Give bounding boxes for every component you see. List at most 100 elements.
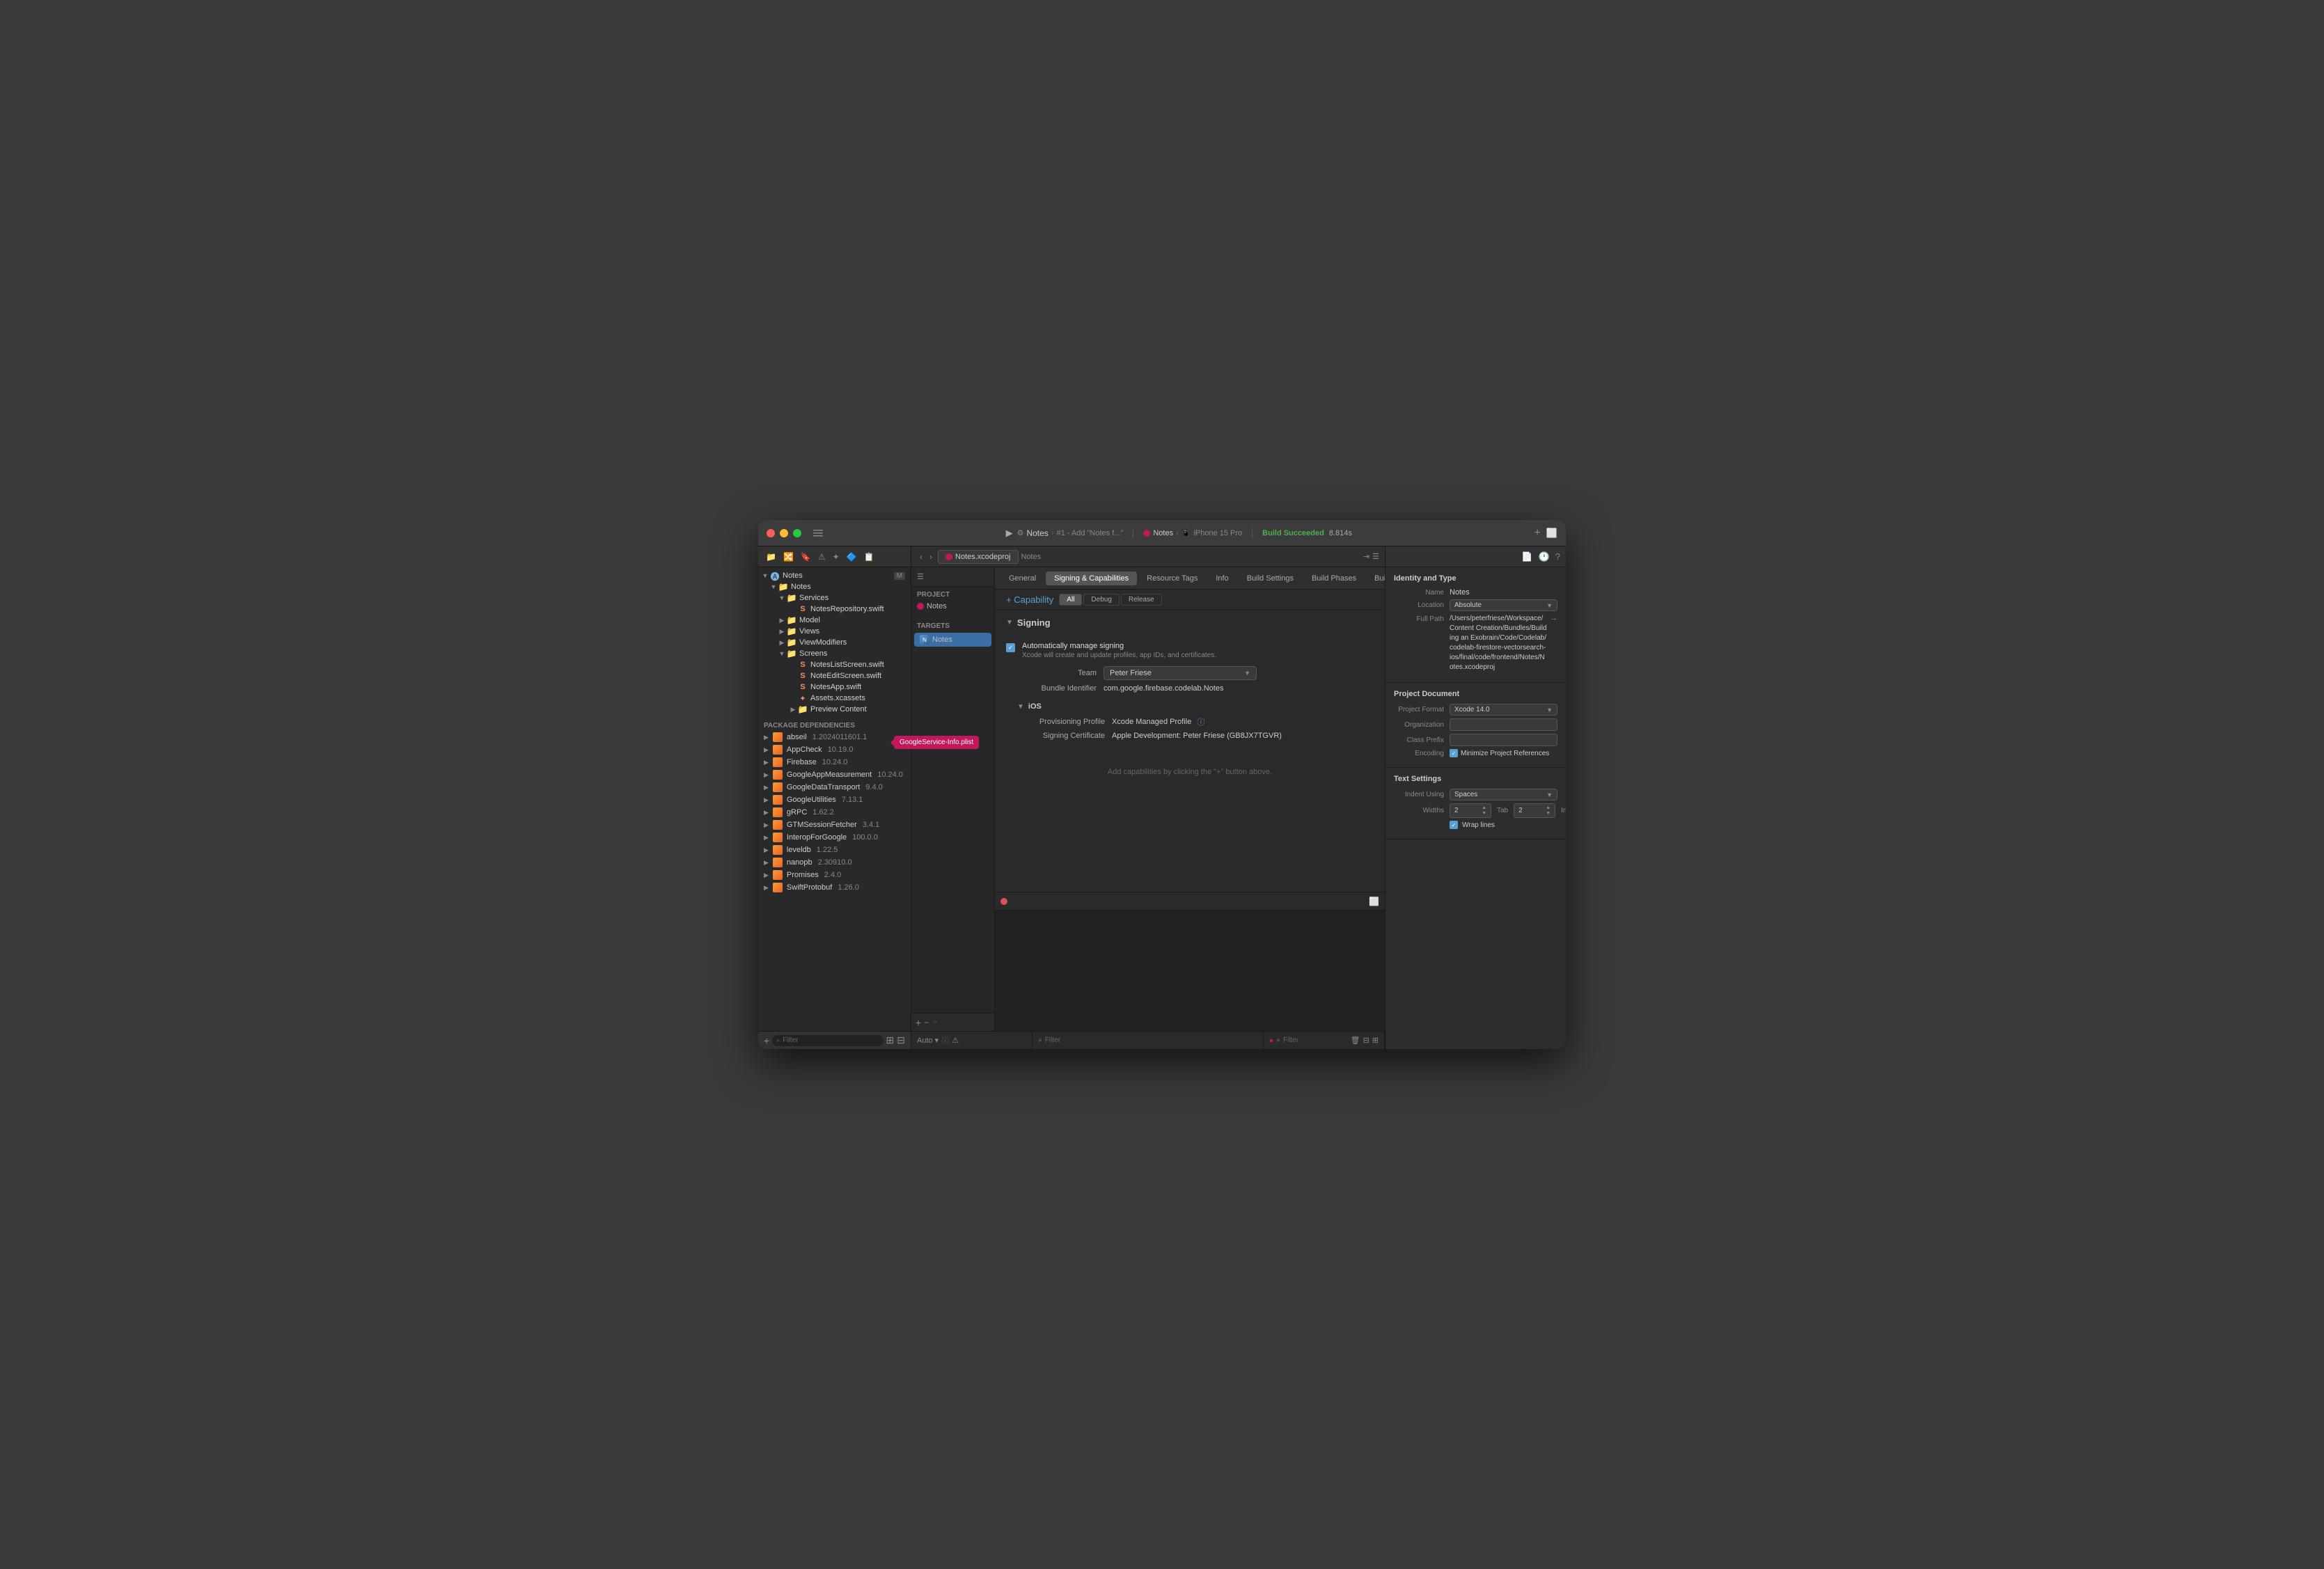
team-select[interactable]: Peter Friese ▼ [1104,666,1374,680]
split-left-icon[interactable]: ⇥ [1363,552,1369,561]
path-arrow-icon[interactable]: → [1550,614,1557,622]
pkg-item-googleappmeasurement[interactable]: ▶ GoogleAppMeasurement 10.24.0 [758,768,911,781]
filter-bar-settings-icon[interactable]: ⚠ [952,1036,959,1045]
tree-item-notesapp[interactable]: S NotesApp.swift [758,681,911,693]
signing-header[interactable]: ▼ Signing [995,610,1385,635]
tree-item-noteedit[interactable]: S NoteEditScreen.swift [758,670,911,681]
bookmark-icon[interactable]: 🔖 [799,551,813,563]
back-arrow[interactable]: ‹ [917,551,925,563]
titlebar-breadcrumb: ⚙ Notes › #1 - Add "Notes f..." [1017,528,1124,538]
add-item-button[interactable]: + [764,1035,769,1046]
pkg-item-gtmsession[interactable]: ▶ GTMSessionFetcher 3.4.1 [758,819,911,831]
git-icon[interactable]: 🔀 [781,551,796,563]
pkg-item-swiftprotobuf[interactable]: ▶ SwiftProtobuf 1.26.0 [758,881,911,894]
tree-label: ViewModifiers [799,638,847,647]
tab-width-spinner[interactable]: ▲ ▼ [1482,805,1486,816]
pkg-expand-icon: ▶ [764,796,769,804]
tree-item-notesrepo[interactable]: S NotesRepository.swift [758,604,911,615]
cap-tab-all[interactable]: All [1059,594,1082,606]
fullscreen-button[interactable] [793,529,801,537]
tree-item-model[interactable]: ▶ 📁 Model [758,615,911,626]
pkg-item-grpc[interactable]: ▶ gRPC 1.62.2 [758,806,911,819]
add-button[interactable]: + [1534,527,1540,539]
file-tab-xcodeproj[interactable]: Notes.xcodeproj [938,550,1019,564]
encoding-checkbox[interactable]: ✓ [1450,749,1458,757]
org-input[interactable] [1450,718,1557,731]
pkg-item-appcheck[interactable]: ▶ AppCheck 10.19.0 [758,743,911,756]
location-select[interactable]: Absolute ▼ [1450,599,1557,611]
pkg-item-firebase[interactable]: ▶ Firebase 10.24.0 [758,756,911,768]
filter-split-icon2[interactable]: ⊞ [1372,1036,1379,1045]
select-arrow-icon: ▼ [1244,670,1250,677]
filter-delete-icon[interactable]: 🗑 [1351,1036,1360,1045]
pkg-item-googleutilities[interactable]: ▶ GoogleUtilities 7.13.1 [758,794,911,806]
sidebar-toggle-icon[interactable] [812,528,824,539]
remove-target-button[interactable]: − [924,1018,929,1027]
class-prefix-input[interactable] [1450,734,1557,746]
split-right-icon[interactable]: ☰ [1372,552,1379,561]
tree-item-preview[interactable]: ▶ 📁 Preview Content [758,704,911,715]
proj-format-select[interactable]: Xcode 14.0 ▼ [1450,704,1557,716]
expand-bottom-icon[interactable]: ⬜ [1369,897,1379,906]
debug-icon[interactable]: 🔷 [845,551,859,563]
forward-arrow[interactable]: › [927,551,935,563]
nav-toggle-icon[interactable]: ☰ [917,572,924,581]
warning-icon[interactable]: ⚠ [816,551,828,563]
tab-resource-tags[interactable]: Resource Tags [1138,571,1206,585]
add-target-button[interactable]: + [916,1017,921,1028]
tree-item-noteslist[interactable]: S NotesListScreen.swift [758,659,911,670]
test-icon[interactable]: ✦ [831,551,842,563]
tree-item-notes-root[interactable]: ▼ 🅐 Notes M [758,570,911,581]
prov-label: Provisioning Profile [1014,718,1112,726]
auto-signing-checkbox[interactable]: ✓ [1006,643,1015,652]
minimize-button[interactable] [780,529,788,537]
inspector-history-icon[interactable]: 🕐 [1539,551,1550,562]
tab-width-field[interactable]: 2 ▲ ▼ [1450,803,1491,818]
history-icon[interactable]: 📋 [862,551,877,563]
auto-signing-row: ✓ Automatically manage signing Xcode wil… [1006,642,1374,659]
filter-input[interactable]: ⌕ Filter [772,1035,883,1046]
filter-targets-icon[interactable]: ⌕ [933,1018,937,1026]
inspector-file-icon[interactable]: 📄 [1521,551,1532,562]
settings-filter-icon[interactable]: ⊞ [886,1034,895,1046]
tab-general[interactable]: General [1000,571,1044,585]
pkg-item-abseil[interactable]: ▶ abseil 1.2024011601.1 [758,731,911,743]
folder-icon[interactable]: 📁 [764,551,778,563]
filter-bar-placeholder[interactable]: Filter [1045,1036,1257,1044]
info-icon[interactable]: ⓘ [1197,716,1204,727]
pkg-item-leveldb[interactable]: ▶ leveldb 1.22.5 [758,844,911,856]
indent-width-spinner[interactable]: ▲ ▼ [1546,805,1550,816]
add-capability-button[interactable]: + Capability [1006,594,1053,605]
tree-item-views[interactable]: ▶ 📁 Views [758,626,911,637]
tree-item-screens[interactable]: ▼ 📁 Screens [758,648,911,659]
filter-bar-placeholder2[interactable]: Filter [1283,1036,1348,1044]
proj-format-row: Project Format Xcode 14.0 ▼ [1394,704,1557,716]
group-icon[interactable]: ⊟ [897,1034,905,1046]
indent-using-select[interactable]: Spaces ▼ [1450,789,1557,801]
pkg-item-promises[interactable]: ▶ Promises 2.4.0 [758,869,911,881]
inspector-help-icon[interactable]: ? [1555,551,1560,562]
tab-build-rules[interactable]: Build Rules [1366,571,1385,585]
filter-split-icon[interactable]: ⊟ [1363,1036,1369,1045]
tab-build-settings[interactable]: Build Settings [1239,571,1302,585]
tree-item-assets[interactable]: ✦ Assets.xcassets [758,693,911,704]
pkg-name: GoogleUtilities [787,796,836,804]
cap-tab-debug[interactable]: Debug [1083,594,1119,606]
tree-item-notes-folder[interactable]: ▼ 📁 Notes [758,581,911,592]
project-nav-notes[interactable]: Notes [911,600,994,613]
auto-label[interactable]: Auto ▾ [917,1036,939,1045]
tab-build-phases[interactable]: Build Phases [1303,571,1365,585]
wrap-lines-checkbox[interactable]: ✓ [1450,821,1458,829]
pkg-item-interopforgoogle[interactable]: ▶ InteropForGoogle 100.0.0 [758,831,911,844]
indent-width-field[interactable]: 2 ▲ ▼ [1514,803,1555,818]
pkg-item-nanopb[interactable]: ▶ nanopb 2.30910.0 [758,856,911,869]
tree-item-services[interactable]: ▼ 📁 Services [758,592,911,604]
tab-signing-capabilities[interactable]: Signing & Capabilities [1046,571,1137,585]
inspector-toggle-icon[interactable]: ⬜ [1546,528,1557,539]
pkg-item-googledatatransport[interactable]: ▶ GoogleDataTransport 9.4.0 [758,781,911,794]
close-button[interactable] [767,529,775,537]
tree-item-viewmodifiers[interactable]: ▶ 📁 ViewModifiers [758,637,911,648]
tab-info[interactable]: Info [1207,571,1236,585]
cap-tab-release[interactable]: Release [1121,594,1162,606]
target-notes[interactable]: N Notes [914,633,991,647]
